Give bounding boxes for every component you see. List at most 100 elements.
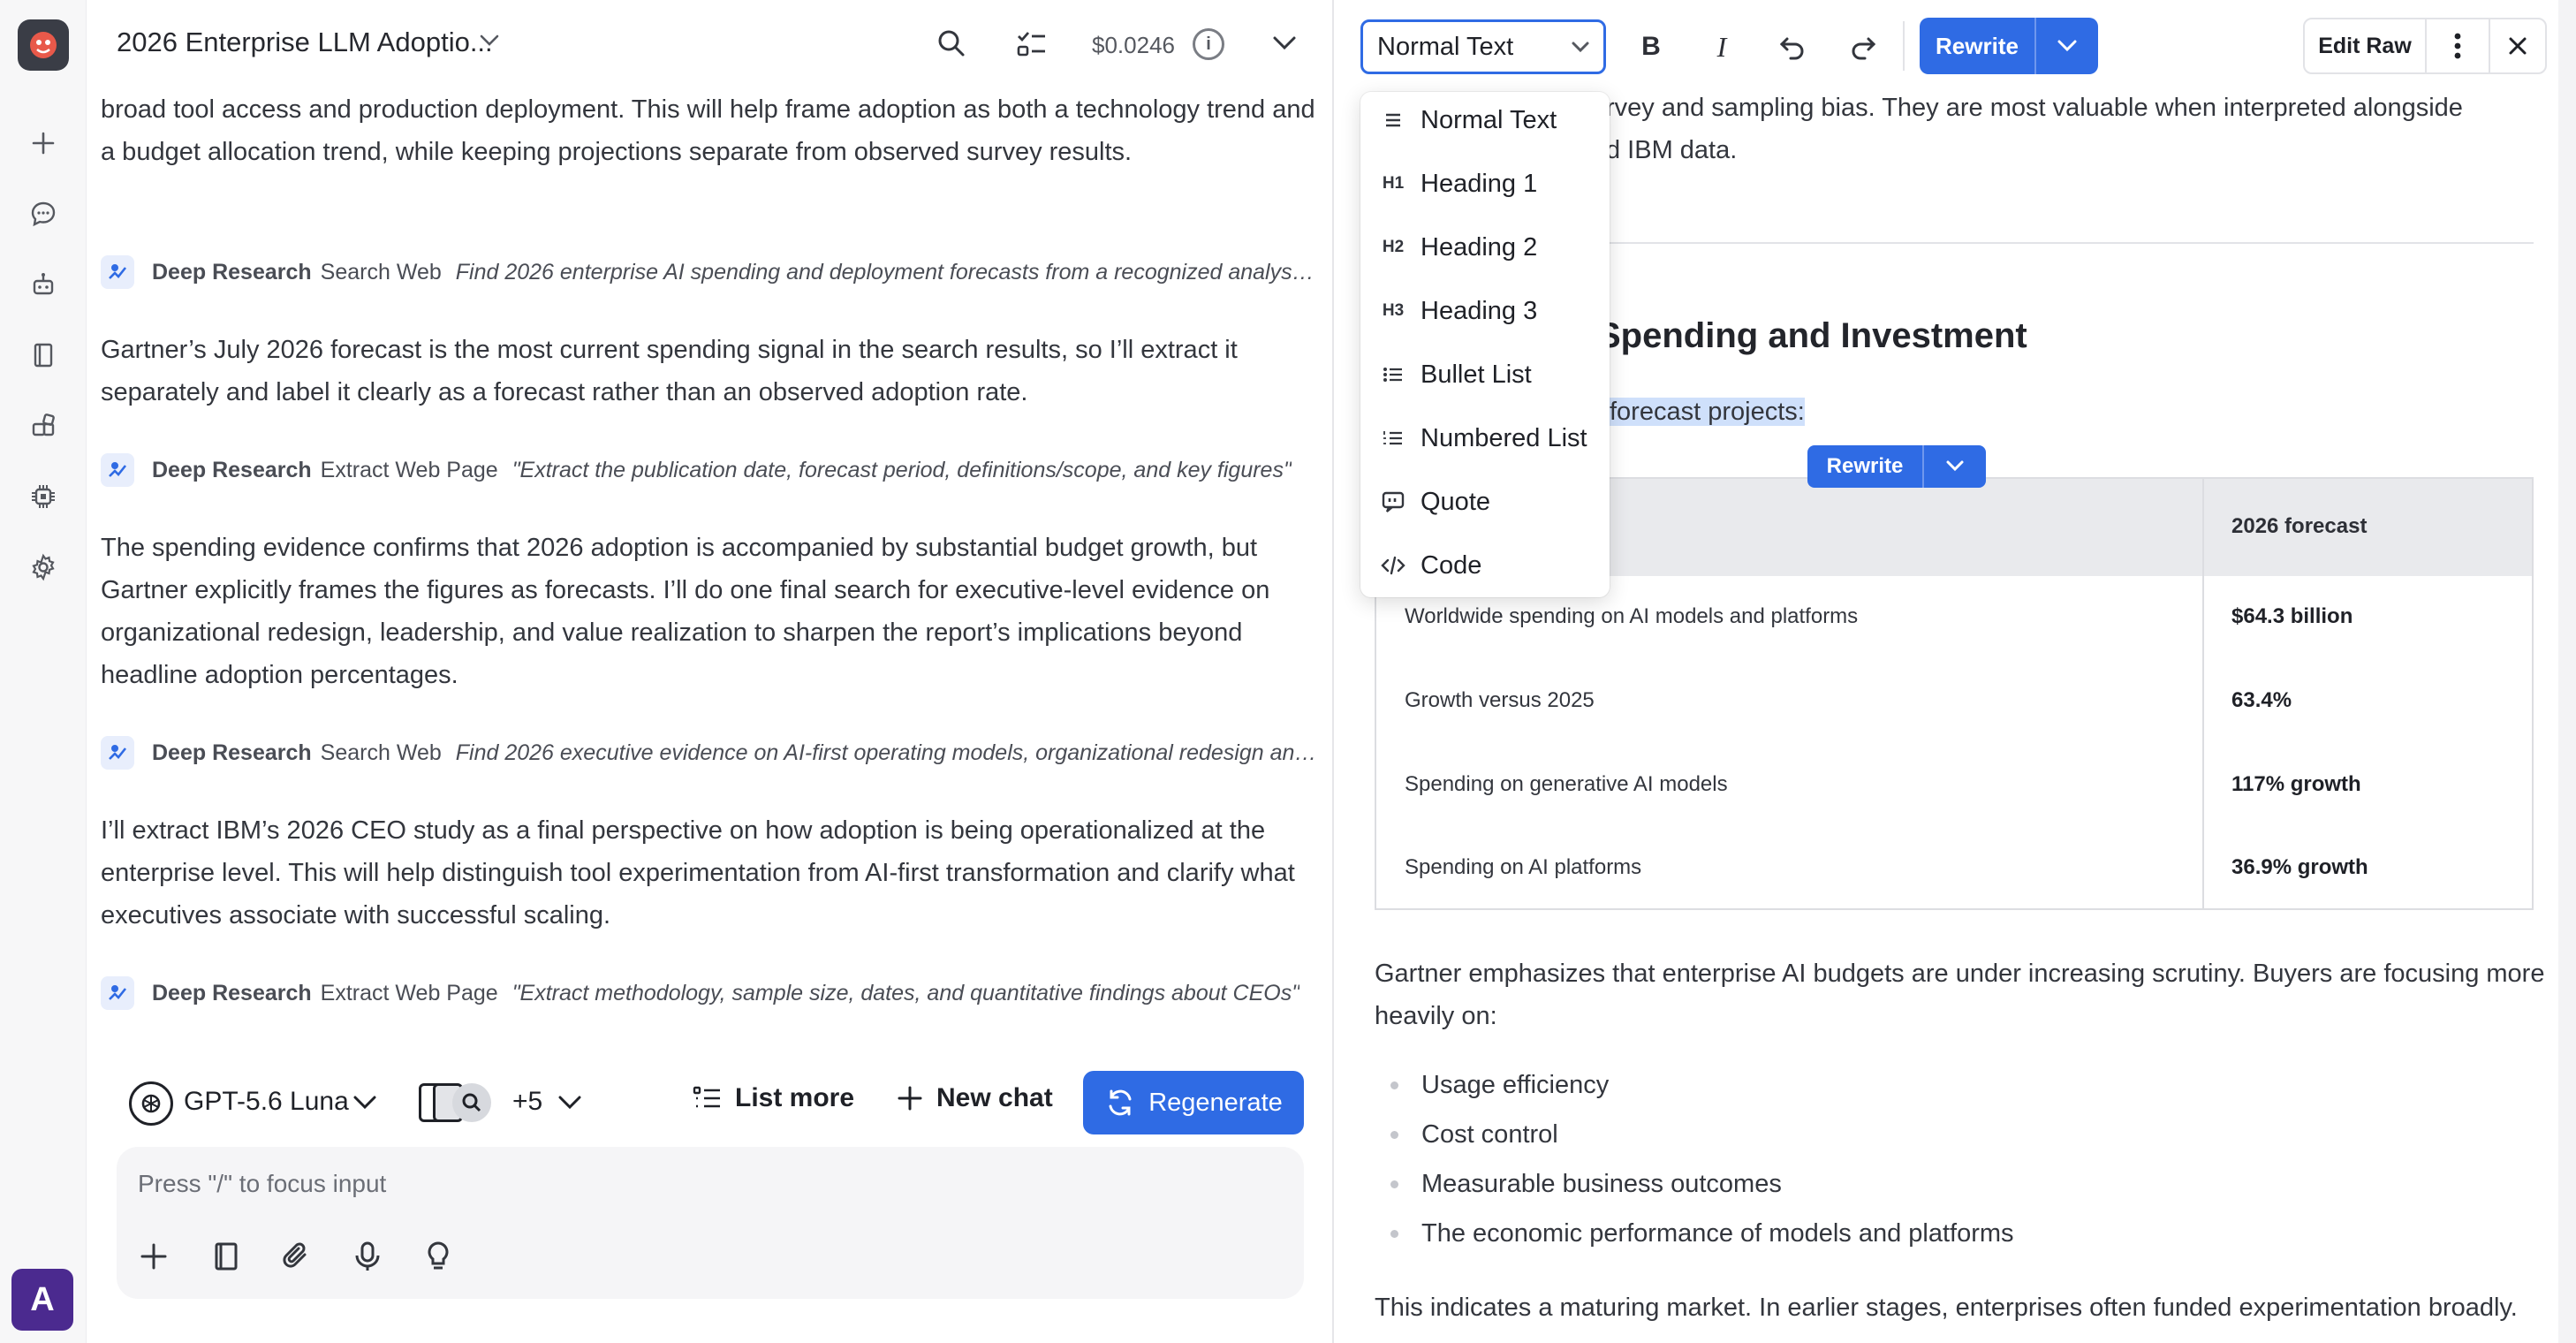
quote-icon: [1380, 491, 1406, 512]
deep-research-icon: [101, 976, 134, 1010]
doc-paragraph: Gartner emphasizes that enterprise AI bu…: [1375, 960, 2545, 1030]
floating-rewrite-button[interactable]: Rewrite: [1807, 445, 1986, 488]
tool-action: Extract Web Page: [320, 457, 498, 482]
menu-item-heading-2[interactable]: H2 Heading 2: [1360, 219, 1610, 276]
tool-name: Deep Research: [152, 980, 312, 1005]
toolbar-divider: [1903, 21, 1905, 71]
microphone-icon[interactable]: [352, 1241, 383, 1277]
bullet-list-icon: [1380, 366, 1406, 383]
list-more-label: List more: [735, 1083, 855, 1112]
rewrite-button[interactable]: Rewrite: [1920, 18, 2034, 74]
deep-research-icon: [101, 255, 134, 289]
tool-action: Search Web: [320, 740, 442, 765]
collapse-chevron-down-icon[interactable]: [1270, 34, 1299, 57]
editor-scrollbar[interactable]: [2558, 0, 2576, 1343]
plugins-icon[interactable]: [26, 408, 61, 444]
text-style-select[interactable]: Normal Text: [1360, 19, 1606, 74]
undo-icon[interactable]: [1772, 27, 1813, 67]
search-icon[interactable]: [936, 28, 966, 63]
more-vertical-icon[interactable]: [2425, 18, 2490, 74]
rewrite-split-button[interactable]: Rewrite: [1920, 18, 2098, 74]
tools-more-count[interactable]: +5: [512, 1087, 542, 1117]
tool-action: Extract Web Page: [320, 980, 498, 1005]
tool-stack-icon[interactable]: [419, 1083, 491, 1122]
menu-item-numbered-list[interactable]: Numbered List: [1360, 410, 1610, 467]
regenerate-button[interactable]: Regenerate: [1083, 1071, 1304, 1134]
plus-icon: [898, 1086, 922, 1111]
menu-item-quote[interactable]: Quote: [1360, 474, 1610, 530]
chat-bubble-icon[interactable]: [26, 196, 61, 231]
user-avatar[interactable]: A: [11, 1269, 73, 1331]
model-selector[interactable]: GPT-5.6 Luna: [184, 1087, 349, 1117]
add-attachment-plus-icon[interactable]: [138, 1241, 170, 1277]
refresh-icon: [1109, 1089, 1132, 1116]
close-icon[interactable]: [2489, 18, 2547, 74]
tool-query: Find 2026 executive evidence on AI-first…: [455, 740, 1320, 765]
new-chat-label: New chat: [936, 1083, 1053, 1112]
heading-2-icon: H2: [1382, 238, 1405, 256]
chip-icon[interactable]: [26, 479, 61, 514]
info-icon[interactable]: i: [1193, 28, 1224, 60]
tool-name: Deep Research: [152, 740, 312, 765]
notebook-icon[interactable]: [26, 338, 61, 373]
assistant-message: I’ll extract IBM’s 2026 CEO study as a f…: [101, 816, 1295, 929]
redo-icon[interactable]: [1843, 27, 1883, 67]
table-cell-value: $64.3 billion: [2231, 604, 2353, 628]
tool-call-row[interactable]: Deep Research Search Web Find 2026 execu…: [101, 733, 1320, 772]
table-cell-label: Spending on AI platforms: [1405, 855, 1642, 879]
model-chevron-down-icon[interactable]: [352, 1094, 378, 1116]
floating-rewrite-label[interactable]: Rewrite: [1807, 445, 1922, 488]
menu-item-code[interactable]: Code: [1360, 537, 1610, 594]
list-item-text: The economic performance of models and p…: [1421, 1219, 2014, 1248]
notebook-attach-icon[interactable]: [210, 1241, 242, 1277]
italic-button[interactable]: I: [1701, 27, 1742, 67]
tool-call-row[interactable]: Deep Research Search Web Find 2026 enter…: [101, 253, 1320, 292]
text-style-menu: Normal Text H1 Heading 1 H2 Heading 2 H3…: [1360, 92, 1610, 597]
chat-title[interactable]: 2026 Enterprise LLM Adoptio...: [117, 27, 493, 58]
code-icon: [1380, 556, 1406, 575]
doc-text-line: rvey and sampling bias. They are most va…: [1606, 94, 2463, 122]
list-more-button[interactable]: List more: [693, 1083, 854, 1113]
doc-text-line: forecast projects:: [1610, 391, 1805, 433]
bullet-dot: [1390, 1180, 1398, 1188]
assistant-message: The spending evidence confirms that 2026…: [101, 534, 1270, 689]
menu-item-heading-1[interactable]: H1 Heading 1: [1360, 156, 1610, 212]
chat-input-box[interactable]: Press "/" to focus input: [117, 1147, 1304, 1299]
title-chevron-down-icon[interactable]: [477, 32, 502, 54]
new-chat-button[interactable]: New chat: [896, 1083, 1053, 1113]
settings-gear-icon[interactable]: [26, 550, 61, 585]
table-row: Spending on AI platforms 36.9% growth: [1376, 827, 2532, 911]
menu-item-heading-3[interactable]: H3 Heading 3: [1360, 283, 1610, 339]
table-row: Spending on generative AI models 117% gr…: [1376, 744, 2532, 828]
bold-button[interactable]: B: [1631, 27, 1671, 67]
text-style-value: Normal Text: [1377, 32, 1514, 61]
menu-item-normal-text[interactable]: Normal Text: [1360, 92, 1610, 148]
floating-rewrite-chevron-down-icon[interactable]: [1922, 445, 1986, 488]
app-logo[interactable]: [18, 19, 69, 71]
new-icon[interactable]: [26, 125, 61, 161]
table-row: Growth versus 2025 63.4%: [1376, 660, 2532, 744]
numbered-list-icon: [1380, 429, 1406, 447]
table-cell-value: 63.4%: [2231, 688, 2292, 712]
chat-input-placeholder[interactable]: Press "/" to focus input: [138, 1170, 386, 1198]
lightbulb-icon[interactable]: [422, 1241, 454, 1277]
tool-call-row[interactable]: Deep Research Extract Web Page "Extract …: [101, 451, 1320, 489]
tool-call-row[interactable]: Deep Research Extract Web Page "Extract …: [101, 974, 1320, 1013]
menu-item-label: Bullet List: [1421, 360, 1532, 389]
menu-item-label: Heading 3: [1421, 296, 1538, 325]
agents-icon[interactable]: [26, 267, 61, 302]
tool-query: Find 2026 enterprise AI spending and dep…: [455, 259, 1320, 285]
selected-text[interactable]: forecast projects:: [1610, 398, 1805, 426]
table-cell-label: Growth versus 2025: [1405, 688, 1595, 712]
bullet-dot: [1390, 1131, 1398, 1139]
tasks-checklist-icon[interactable]: [1016, 28, 1048, 63]
list-item-text: Cost control: [1421, 1120, 1558, 1149]
menu-item-label: Heading 2: [1421, 232, 1538, 262]
tools-chevron-down-icon[interactable]: [557, 1094, 583, 1116]
openai-model-icon[interactable]: [129, 1081, 173, 1126]
edit-raw-button[interactable]: Edit Raw: [2303, 18, 2427, 74]
rewrite-chevron-down-icon[interactable]: [2034, 18, 2098, 74]
menu-item-bullet-list[interactable]: Bullet List: [1360, 346, 1610, 403]
doc-paragraph: This indicates a maturing market. In ear…: [1375, 1294, 2518, 1322]
paperclip-icon[interactable]: [281, 1241, 313, 1277]
